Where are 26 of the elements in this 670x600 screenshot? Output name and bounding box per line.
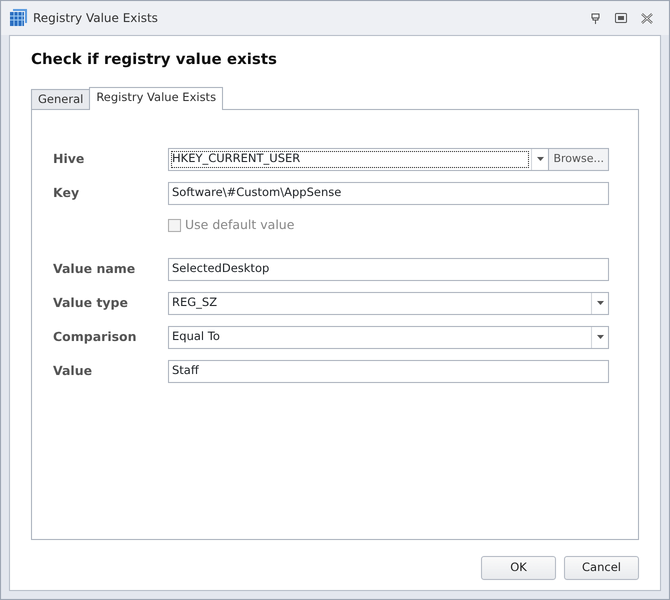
dialog-heading: Check if registry value exists <box>31 49 278 70</box>
input-field[interactable]: Staff <box>168 360 609 382</box>
maximize-icon[interactable] <box>615 12 627 22</box>
close-icon[interactable] <box>641 12 653 24</box>
pin-icon[interactable] <box>590 12 601 24</box>
dropdown-arrow-icon <box>596 301 604 305</box>
field-label: Value name <box>53 260 136 278</box>
field-label: Comparison <box>53 328 138 346</box>
tab[interactable]: Registry Value Exists <box>89 86 224 110</box>
field-label: Value type <box>53 294 129 312</box>
dropdown-field[interactable]: HKEY_CURRENT_USER Browse... <box>168 148 609 170</box>
browse-button[interactable]: Browse... <box>548 148 608 170</box>
tab[interactable]: General <box>31 88 90 108</box>
dropdown-field[interactable]: Equal To <box>168 326 609 348</box>
dialog-button[interactable]: OK <box>481 556 556 580</box>
dialog-button[interactable]: Cancel <box>564 556 639 580</box>
field-label: Value <box>53 362 94 380</box>
dropdown-arrow-icon <box>596 335 604 339</box>
field-label: Hive <box>53 150 86 168</box>
dropdown-field[interactable]: REG_SZ <box>168 292 609 314</box>
input-field[interactable]: Software\#Custom\AppSense <box>168 182 609 204</box>
dropdown-arrow-icon <box>536 157 544 161</box>
window-title: Registry Value Exists <box>33 10 158 27</box>
input-field[interactable]: SelectedDesktop <box>168 258 609 280</box>
app-icon <box>9 9 27 27</box>
field-label: Key <box>53 184 80 202</box>
